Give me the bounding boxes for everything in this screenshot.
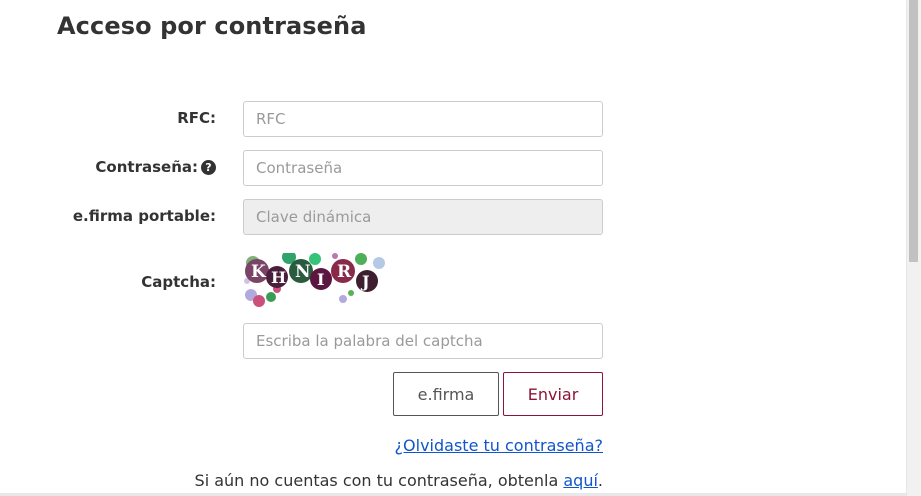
captcha-label-text: Captcha: [141, 273, 216, 291]
svg-text:J: J [360, 272, 370, 291]
svg-text:I: I [317, 270, 324, 289]
signup-line: Si aún no cuentas con tu contraseña, obt… [195, 471, 603, 490]
question-circle-icon[interactable]: ? [201, 159, 216, 175]
page-title: Acceso por contraseña [57, 12, 367, 40]
svg-text:K: K [251, 262, 267, 282]
dynamic-key-input [243, 199, 603, 235]
captcha-graphic: K H N I R J [244, 250, 385, 307]
efirma-button[interactable]: e.firma [393, 372, 499, 416]
svg-text:R: R [337, 262, 352, 282]
submit-button[interactable]: Enviar [503, 372, 603, 416]
password-label: Contraseña: ? [95, 158, 216, 176]
forgot-password-link[interactable]: ¿Olvidaste tu contraseña? [395, 436, 603, 455]
svg-text:N: N [295, 262, 311, 282]
login-page: Acceso por contraseña RFC: Contraseña: ?… [0, 0, 921, 496]
rfc-label-text: RFC: [177, 109, 216, 127]
signup-suffix-text: . [597, 471, 603, 490]
captcha-image: K H N I R J [243, 250, 389, 309]
captcha-input[interactable] [243, 323, 603, 359]
scrollbar-thumb[interactable] [909, 0, 918, 262]
efirma-portable-label: e.firma portable: [73, 207, 216, 225]
signup-prefix-text: Si aún no cuentas con tu contraseña, obt… [194, 471, 564, 490]
rfc-label: RFC: [177, 109, 216, 127]
password-input[interactable] [243, 150, 603, 186]
vertical-scrollbar[interactable] [906, 0, 921, 496]
svg-text:H: H [271, 268, 286, 287]
rfc-input[interactable] [243, 101, 603, 137]
password-label-text: Contraseña: [95, 158, 198, 176]
efirma-portable-label-text: e.firma portable: [72, 207, 216, 225]
captcha-label: Captcha: [141, 273, 216, 291]
signup-link[interactable]: aquí [563, 471, 598, 490]
